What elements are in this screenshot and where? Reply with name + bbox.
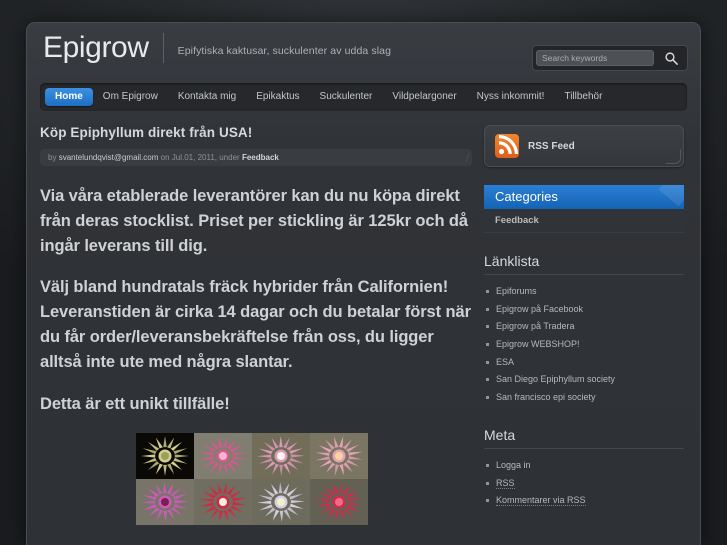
link-label: San Diego Epiphyllum society — [496, 374, 616, 385]
meta-link-label: Logga in — [496, 459, 531, 470]
gallery-thumbnail[interactable] — [136, 478, 194, 525]
post-meta-on: on — [160, 153, 170, 162]
nav-item-kontakta-mig[interactable]: Kontakta mig — [168, 88, 246, 106]
nav-item-vildpelargoner[interactable]: Vildpelargoner — [382, 88, 466, 106]
list-item[interactable]: Logga in — [484, 457, 684, 475]
post-meta: by svantelundqvist@gmail.com on Jul.01, … — [40, 149, 472, 166]
sidebar: RSS Feed Categories Feedback Länklista E… — [484, 125, 684, 525]
gallery-thumbnail[interactable] — [194, 432, 252, 479]
nav-item-om-epigrow[interactable]: Om Epigrow — [93, 88, 168, 106]
post-body: Via våra etablerade leverantörer kan du … — [40, 184, 472, 417]
main-navigation: Home Om Epigrow Kontakta mig Epikaktus S… — [40, 83, 687, 111]
link-label: Epigrow på Facebook — [496, 303, 584, 314]
post-meta-category[interactable]: Feedback — [242, 153, 279, 162]
post-meta-by: by — [48, 153, 57, 162]
search-button[interactable] — [658, 49, 684, 67]
meta-widget: Meta Logga in RSS Kommentarer via RSS — [484, 427, 684, 510]
post-title[interactable]: Köp Epiphyllum direkt från USA! — [40, 125, 472, 140]
content-area: Köp Epiphyllum direkt från USA! by svant… — [27, 111, 700, 525]
link-label: San francisco epi society — [496, 392, 596, 403]
meta-link-label: Kommentarer via RSS — [496, 495, 586, 507]
list-item[interactable]: Epigrow WEBSHOP! — [484, 336, 684, 354]
gallery-thumbnail[interactable] — [252, 478, 310, 525]
gallery-thumbnail[interactable] — [252, 432, 310, 479]
linklista-widget: Länklista Epiforums Epigrow på Facebook … — [484, 253, 684, 407]
gallery-thumbnail[interactable] — [310, 478, 368, 525]
post-paragraph: Via våra etablerade leverantörer kan du … — [40, 187, 468, 256]
list-item[interactable]: San Diego Epiphyllum society — [484, 371, 684, 389]
search-input[interactable] — [536, 50, 654, 66]
list-item[interactable]: ESA — [484, 354, 684, 372]
link-label: Epiforums — [496, 286, 537, 296]
rss-feed-label: RSS Feed — [528, 140, 575, 152]
list-item[interactable]: Kommentarer via RSS — [484, 492, 684, 510]
brand-divider — [162, 33, 164, 63]
brand[interactable]: Epigrow Epifytiska kaktusar, suckulenter… — [43, 33, 391, 63]
post-paragraph: Välj bland hundratals fräck hybrider frå… — [40, 278, 471, 372]
site-container: Epigrow Epifytiska kaktusar, suckulenter… — [26, 22, 701, 545]
rss-icon — [495, 134, 519, 158]
meta-link-label: RSS — [496, 477, 515, 489]
nav-item-epikaktus[interactable]: Epikaktus — [246, 88, 309, 106]
nav-item-nyss-inkommit[interactable]: Nyss inkommit! — [467, 88, 555, 106]
gallery-thumbnail[interactable] — [194, 478, 252, 525]
category-item-feedback[interactable]: Feedback — [484, 209, 684, 233]
gallery-thumbnail[interactable] — [136, 432, 194, 479]
site-title: Epigrow — [43, 31, 149, 64]
post-meta-author[interactable]: svantelundqvist@gmail.com — [59, 153, 159, 162]
post-meta-date: Jul.01, 2011, — [171, 153, 217, 162]
nav-item-suckulenter[interactable]: Suckulenter — [310, 88, 383, 106]
list-item[interactable]: Epigrow på Tradera — [484, 318, 684, 336]
epiphyllum-flower-gallery — [136, 432, 368, 525]
link-label: Epigrow på Tradera — [496, 321, 575, 332]
search-box — [532, 45, 688, 71]
gallery-thumbnail[interactable] — [310, 432, 368, 479]
list-item[interactable]: Epigrow på Facebook — [484, 301, 684, 319]
post-paragraph: Detta är ett unikt tillfälle! — [40, 394, 230, 413]
list-item[interactable]: Epiforums — [484, 283, 684, 301]
meta-title: Meta — [484, 427, 684, 449]
site-header: Epigrow Epifytiska kaktusar, suckulenter… — [27, 23, 700, 83]
post-meta-under: under — [219, 153, 240, 162]
nav-item-home[interactable]: Home — [45, 88, 93, 106]
linklista-list: Epiforums Epigrow på Facebook Epigrow på… — [484, 283, 684, 407]
main-column: Köp Epiphyllum direkt från USA! by svant… — [40, 125, 472, 525]
page-root: Epigrow Epifytiska kaktusar, suckulenter… — [0, 0, 727, 545]
rss-feed-widget[interactable]: RSS Feed — [484, 125, 684, 167]
meta-list: Logga in RSS Kommentarer via RSS — [484, 457, 684, 510]
linklista-title: Länklista — [484, 253, 684, 275]
search-icon — [664, 51, 678, 65]
site-tagline: Epifytiska kaktusar, suckulenter av udda… — [177, 45, 392, 57]
categories-widget: Categories Feedback — [484, 185, 684, 233]
list-item[interactable]: RSS — [484, 475, 684, 493]
link-label: Epigrow WEBSHOP! — [496, 339, 580, 350]
list-item[interactable]: San francisco epi society — [484, 389, 684, 407]
nav-item-tillbehor[interactable]: Tillbehör — [554, 88, 612, 106]
categories-title: Categories — [484, 185, 684, 209]
link-label: ESA — [496, 356, 515, 367]
